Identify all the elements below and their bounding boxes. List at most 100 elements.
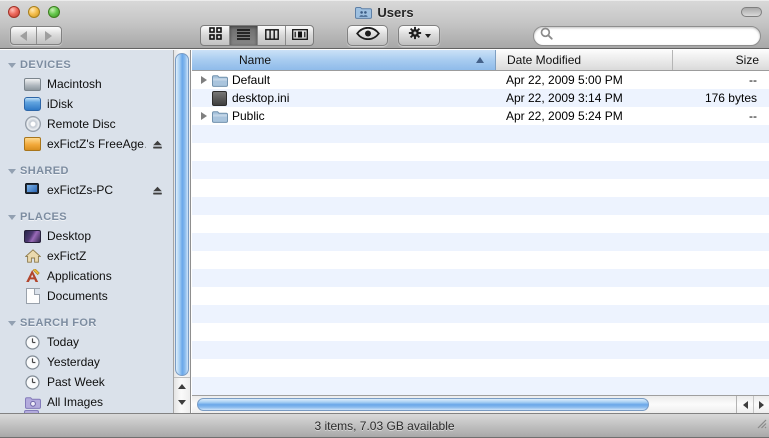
- titlebar[interactable]: Users: [0, 1, 769, 23]
- sidebar-item[interactable]: Macintosh: [0, 74, 173, 94]
- file-size: --: [749, 73, 757, 87]
- search-input[interactable]: [557, 28, 760, 44]
- idisk-icon: [24, 96, 41, 112]
- quicklook-button[interactable]: [347, 25, 388, 46]
- sidebar-section-header[interactable]: SHARED: [0, 162, 173, 180]
- sidebar-item[interactable]: exFictZ's FreeAge…: [0, 134, 173, 154]
- horizontal-scrollbar[interactable]: [192, 395, 769, 413]
- arrow-up-icon: [178, 383, 186, 389]
- disclosure-triangle-icon: [8, 320, 16, 326]
- scroll-up-button[interactable]: [174, 377, 190, 394]
- arrow-right-icon: [759, 400, 764, 409]
- window-title: Users: [377, 4, 414, 20]
- folder-icon: [211, 108, 228, 124]
- rows-area[interactable]: Default Apr 22, 2009 5:00 PM -- desktop.…: [192, 71, 769, 395]
- disclosure-triangle-icon: [8, 214, 16, 220]
- sidebar-item[interactable]: Yesterday: [0, 352, 173, 372]
- sidebar-item[interactable]: Past Week: [0, 372, 173, 392]
- sidebar-item-label: Today: [47, 335, 80, 349]
- view-mode-control: [200, 25, 314, 46]
- column-header-name[interactable]: Name: [192, 50, 496, 70]
- sidebar-item[interactable]: Applications: [0, 266, 173, 286]
- sidebar-section-header[interactable]: SEARCH FOR: [0, 314, 173, 332]
- clock-icon: [24, 374, 41, 390]
- sidebar-item-label: iDisk: [47, 97, 73, 111]
- sidebar-section-label: PLACES: [20, 211, 68, 223]
- column-header-date-modified[interactable]: Date Modified: [497, 50, 673, 70]
- view-mode-list-view-button[interactable]: [229, 26, 257, 45]
- toolbar-toggle-pill[interactable]: [741, 7, 762, 17]
- scroll-left-button[interactable]: [737, 396, 753, 413]
- document-icon: [24, 288, 41, 304]
- sidebar-item[interactable]: Documents: [0, 286, 173, 306]
- status-text: 3 items, 7.03 GB available: [314, 418, 455, 433]
- sidebar-section-header[interactable]: PLACES: [0, 208, 173, 226]
- sidebar-item-label: All Images: [47, 395, 104, 409]
- sidebar-section-header[interactable]: DEVICES: [0, 56, 173, 74]
- sidebar-item[interactable]: exFictZs-PC: [0, 180, 173, 200]
- forward-button[interactable]: [35, 27, 61, 44]
- column-header-label: Name: [239, 53, 272, 67]
- forward-arrow-icon: [45, 30, 53, 41]
- icon-view-icon: [208, 26, 222, 45]
- sidebar-scrollbar-thumb[interactable]: [175, 53, 189, 376]
- table-row[interactable]: Default Apr 22, 2009 5:00 PM --: [192, 71, 769, 89]
- sidebar-item-label: Macintosh: [47, 77, 102, 91]
- window-chrome: Users: [0, 0, 769, 49]
- horizontal-scrollbar-thumb[interactable]: [197, 398, 649, 411]
- sidebar-section-label: SHARED: [20, 165, 69, 177]
- sidebar-item[interactable]: All Images: [0, 392, 173, 412]
- resize-grip-icon[interactable]: [755, 416, 767, 434]
- sidebar-section-label: SEARCH FOR: [20, 317, 97, 329]
- magnifier-icon: [540, 27, 553, 45]
- sidebar: DEVICES Macintosh iDisk Remote Disc exFi…: [0, 50, 173, 413]
- scroll-down-button[interactable]: [174, 394, 190, 411]
- disclosure-triangle-icon: [8, 62, 16, 68]
- toolbar: [0, 23, 769, 49]
- table-row[interactable]: desktop.ini Apr 22, 2009 3:14 PM 176 byt…: [192, 89, 769, 107]
- smart-folder-icon: [24, 394, 41, 410]
- table-row[interactable]: Public Apr 22, 2009 5:24 PM --: [192, 107, 769, 125]
- file-list: Name Date Modified Size Default Apr 22, …: [192, 50, 769, 413]
- scroll-right-button[interactable]: [753, 396, 769, 413]
- view-mode-coverflow-view-button[interactable]: [285, 26, 313, 45]
- date-modified: Apr 22, 2009 3:14 PM: [506, 91, 623, 105]
- sidebar-scrollbar[interactable]: [173, 50, 191, 413]
- view-mode-column-view-button[interactable]: [257, 26, 285, 45]
- main-area: DEVICES Macintosh iDisk Remote Disc exFi…: [0, 50, 769, 413]
- search-field[interactable]: [533, 26, 761, 46]
- sidebar-section: DEVICES Macintosh iDisk Remote Disc exFi…: [0, 56, 173, 154]
- date-modified: Apr 22, 2009 5:00 PM: [506, 73, 623, 87]
- sidebar-section: SHARED exFictZs-PC: [0, 162, 173, 200]
- sidebar-item[interactable]: iDisk: [0, 94, 173, 114]
- finder-window: Users DEVICES Macintosh iDisk Remote Dis…: [0, 0, 769, 438]
- sidebar-item-label: Yesterday: [47, 355, 100, 369]
- disclosure-triangle-icon[interactable]: [201, 112, 207, 120]
- arrow-left-icon: [742, 400, 748, 409]
- users-folder-icon: [355, 4, 373, 20]
- sidebar-item[interactable]: Today: [0, 332, 173, 352]
- sidebar-item-label: Past Week: [47, 375, 105, 389]
- file-name: Public: [232, 109, 265, 123]
- sort-ascending-icon: [476, 57, 484, 63]
- sidebar-item-label: Remote Disc: [47, 117, 116, 131]
- folder-icon: [211, 72, 228, 88]
- sidebar-item-label: Documents: [47, 289, 108, 303]
- sidebar-item[interactable]: Remote Disc: [0, 114, 173, 134]
- applications-icon: [24, 268, 41, 284]
- computer-icon: [24, 182, 41, 198]
- sidebar-item[interactable]: exFictZ: [0, 246, 173, 266]
- back-button[interactable]: [11, 27, 36, 44]
- action-menu-button[interactable]: [398, 25, 440, 46]
- disclosure-triangle-icon[interactable]: [201, 76, 207, 84]
- external-drive-icon: [24, 136, 41, 152]
- eject-icon[interactable]: [152, 139, 163, 150]
- horizontal-scroll-arrows: [736, 396, 769, 413]
- view-mode-icon-view-button[interactable]: [201, 26, 229, 45]
- list-header: Name Date Modified Size: [192, 50, 769, 71]
- column-header-size[interactable]: Size: [674, 50, 769, 70]
- sidebar-item[interactable]: Desktop: [0, 226, 173, 246]
- home-icon: [24, 248, 41, 264]
- eject-icon[interactable]: [152, 185, 163, 196]
- file-size: 176 bytes: [704, 91, 757, 105]
